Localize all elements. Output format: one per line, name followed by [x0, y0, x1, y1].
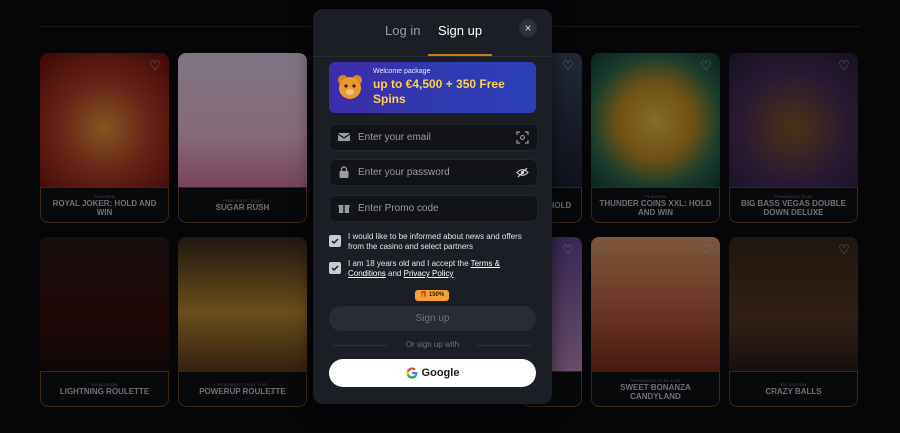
terms-and-text: and: [385, 269, 404, 278]
email-field[interactable]: [329, 124, 538, 151]
scan-icon[interactable]: [516, 131, 529, 144]
lock-icon: [339, 166, 349, 178]
tab-login[interactable]: Log in: [385, 23, 420, 55]
signup-modal: Log in Sign up × Welcome package up to €…: [313, 9, 552, 404]
checkmark-icon: [331, 265, 339, 272]
gift-icon: [338, 205, 350, 213]
password-field[interactable]: [329, 159, 538, 186]
signup-submit-button[interactable]: Sign up: [329, 306, 536, 331]
close-button[interactable]: ×: [519, 19, 537, 37]
news-checkbox[interactable]: [329, 235, 341, 247]
banner-subtitle: Welcome package: [373, 68, 431, 75]
terms-consent-label: I am 18 years old and I accept the Terms…: [348, 259, 538, 279]
checkmark-icon: [331, 238, 339, 245]
password-input[interactable]: [358, 160, 508, 185]
news-consent-label: I would like to be informed about news a…: [348, 232, 522, 251]
teddy-bear-icon: [338, 75, 362, 99]
bonus-badge: 🎁 150%: [415, 290, 449, 301]
privacy-link[interactable]: Privacy Policy: [404, 269, 454, 278]
google-icon: [405, 367, 418, 379]
auth-tabs: Log in Sign up: [313, 23, 552, 57]
eye-off-icon[interactable]: [516, 166, 529, 179]
tab-signup[interactable]: Sign up: [427, 23, 493, 56]
email-input[interactable]: [358, 125, 508, 150]
promo-code-field[interactable]: [329, 195, 538, 222]
terms-text: I am 18 years old and I accept the: [348, 259, 471, 268]
welcome-banner: Welcome package up to €4,500 + 350 Free …: [329, 62, 536, 113]
or-divider: Or sign up with: [329, 340, 536, 350]
google-signin-button[interactable]: Google: [329, 359, 536, 387]
promo-code-input[interactable]: [358, 196, 508, 221]
google-button-label: Google: [421, 367, 460, 379]
mail-icon: [338, 133, 350, 141]
banner-offer: up to €4,500 + 350 Free Spins: [373, 77, 505, 106]
terms-checkbox[interactable]: [329, 262, 341, 274]
